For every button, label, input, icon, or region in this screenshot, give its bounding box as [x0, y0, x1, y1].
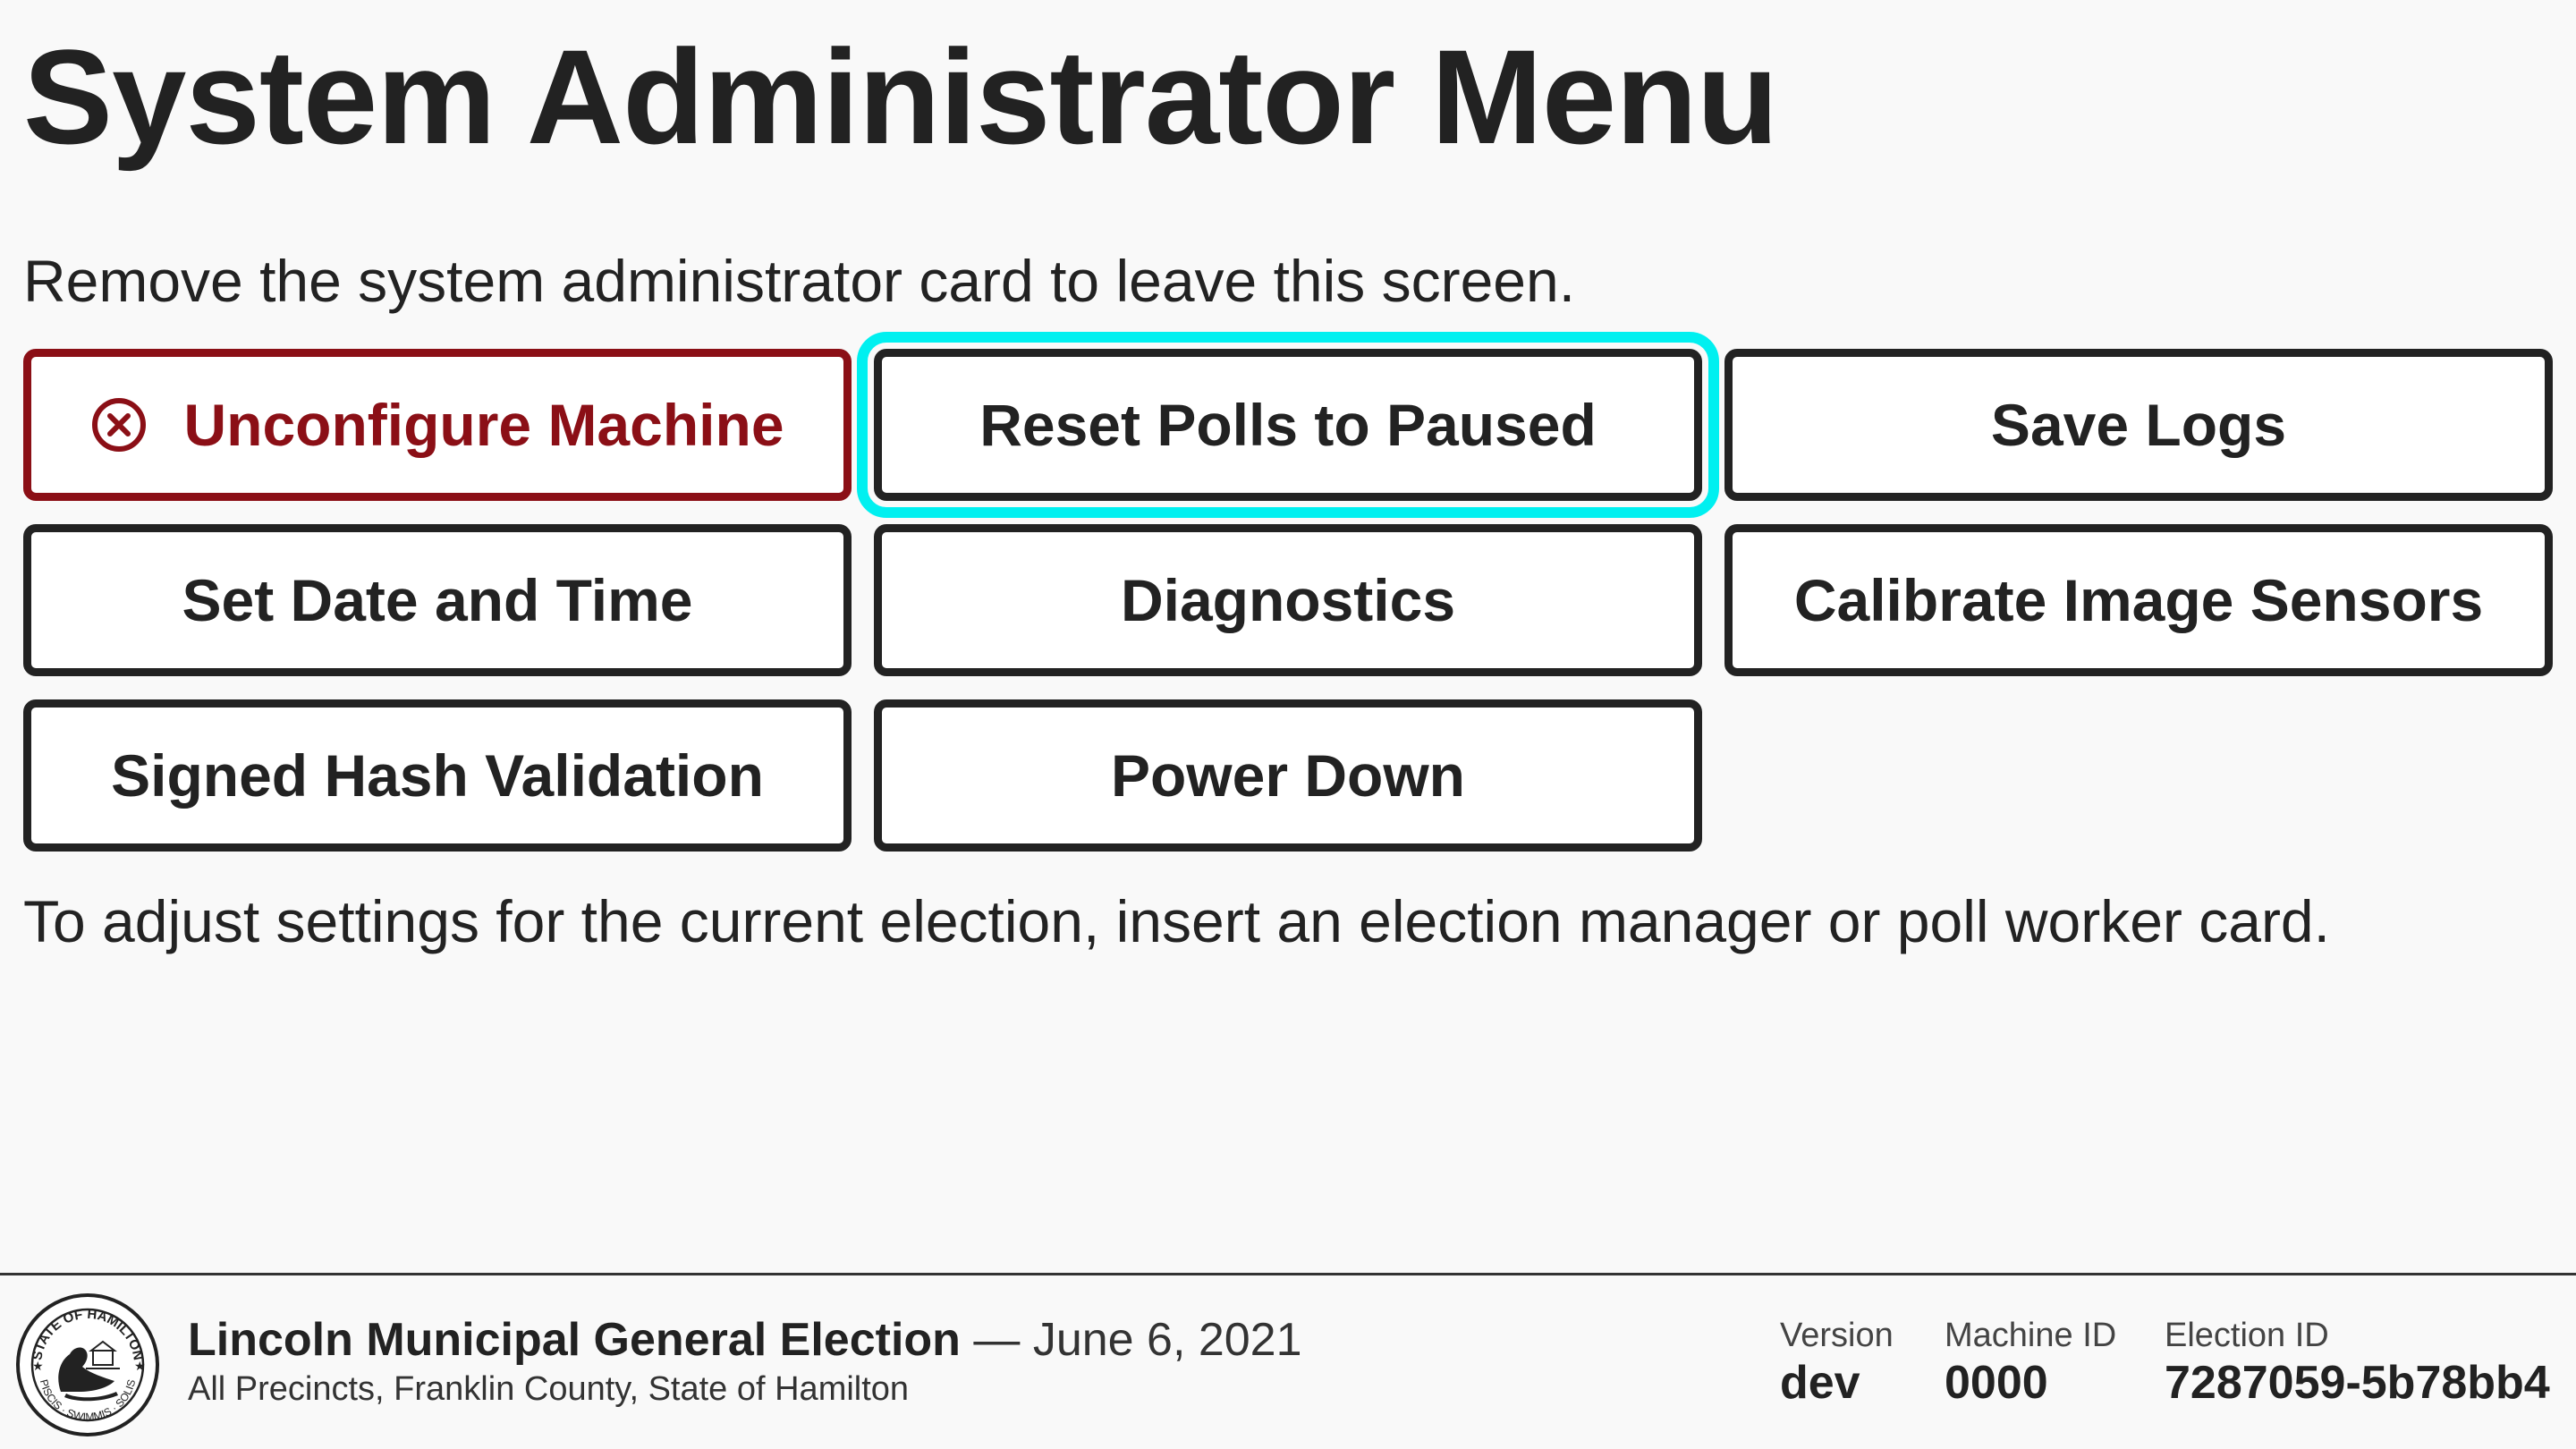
signed-hash-validation-button[interactable]: Signed Hash Validation — [23, 699, 852, 852]
set-date-time-label: Set Date and Time — [182, 567, 693, 633]
election-subtitle: All Precincts, Franklin County, State of… — [188, 1370, 910, 1408]
adjust-settings-instruction: To adjust settings for the current elect… — [23, 888, 2330, 954]
election-info-footer: STATE OF HAMILTON PISCIS · SWIMMIS · SOL… — [0, 1273, 2576, 1449]
unconfigure-machine-button[interactable]: Unconfigure Machine — [23, 349, 852, 501]
election-name: Lincoln Municipal General Election — [188, 1314, 961, 1366]
election-id-info: Election ID 7287059-5b78bb4 — [2165, 1315, 2550, 1410]
calibrate-image-sensors-label: Calibrate Image Sensors — [1793, 567, 2484, 633]
machine-id-value: 0000 — [1945, 1357, 2048, 1409]
diagnostics-button[interactable]: Diagnostics — [874, 524, 1702, 676]
circle-x-icon — [90, 396, 148, 453]
election-title: Lincoln Municipal General Election — Jun… — [188, 1313, 1302, 1367]
version-label: Version — [1780, 1317, 1894, 1354]
election-date: — June 6, 2021 — [960, 1314, 1302, 1366]
machine-id-label: Machine ID — [1945, 1317, 2117, 1354]
calibrate-image-sensors-button[interactable]: Calibrate Image Sensors — [1724, 524, 2553, 676]
diagnostics-label: Diagnostics — [1120, 567, 1456, 633]
reset-polls-button[interactable]: Reset Polls to Paused — [857, 332, 1719, 518]
machine-id-info: Machine ID 0000 — [1945, 1315, 2116, 1410]
remove-card-instruction: Remove the system administrator card to … — [23, 248, 1576, 314]
reset-polls-label: Reset Polls to Paused — [979, 392, 1597, 458]
save-logs-label: Save Logs — [1990, 392, 2287, 458]
state-seal-logo: STATE OF HAMILTON PISCIS · SWIMMIS · SOL… — [14, 1292, 161, 1438]
power-down-label: Power Down — [1110, 742, 1466, 809]
election-id-value: 7287059-5b78bb4 — [2165, 1357, 2550, 1409]
signed-hash-validation-label: Signed Hash Validation — [111, 742, 764, 809]
page-title: System Administrator Menu — [23, 21, 1778, 172]
version-value: dev — [1780, 1357, 1860, 1409]
election-id-label: Election ID — [2165, 1317, 2329, 1354]
admin-actions-grid: Unconfigure Machine Reset Polls to Pause… — [23, 332, 2553, 852]
version-info: Version dev — [1780, 1315, 1894, 1410]
svg-text:★: ★ — [134, 1359, 146, 1373]
power-down-button[interactable]: Power Down — [874, 699, 1702, 852]
save-logs-button[interactable]: Save Logs — [1724, 349, 2553, 501]
main-content: System Administrator Menu Remove the sys… — [0, 0, 2576, 1273]
set-date-time-button[interactable]: Set Date and Time — [23, 524, 852, 676]
unconfigure-machine-label: Unconfigure Machine — [183, 392, 784, 458]
svg-text:★: ★ — [32, 1359, 44, 1373]
